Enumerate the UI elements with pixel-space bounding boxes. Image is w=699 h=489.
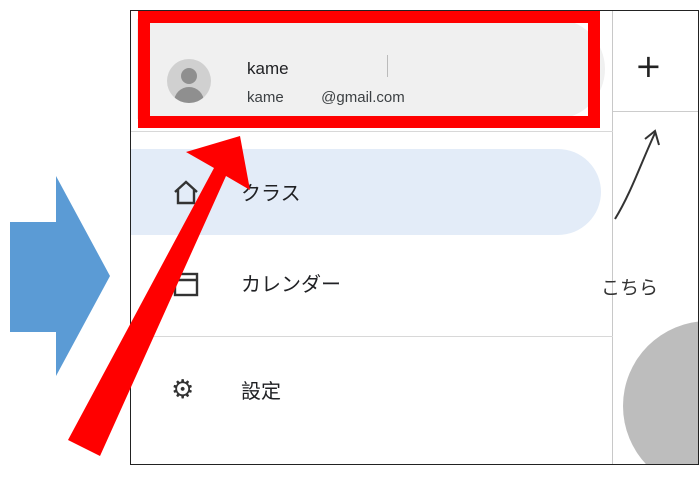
red-arrow-annotation — [68, 136, 250, 456]
